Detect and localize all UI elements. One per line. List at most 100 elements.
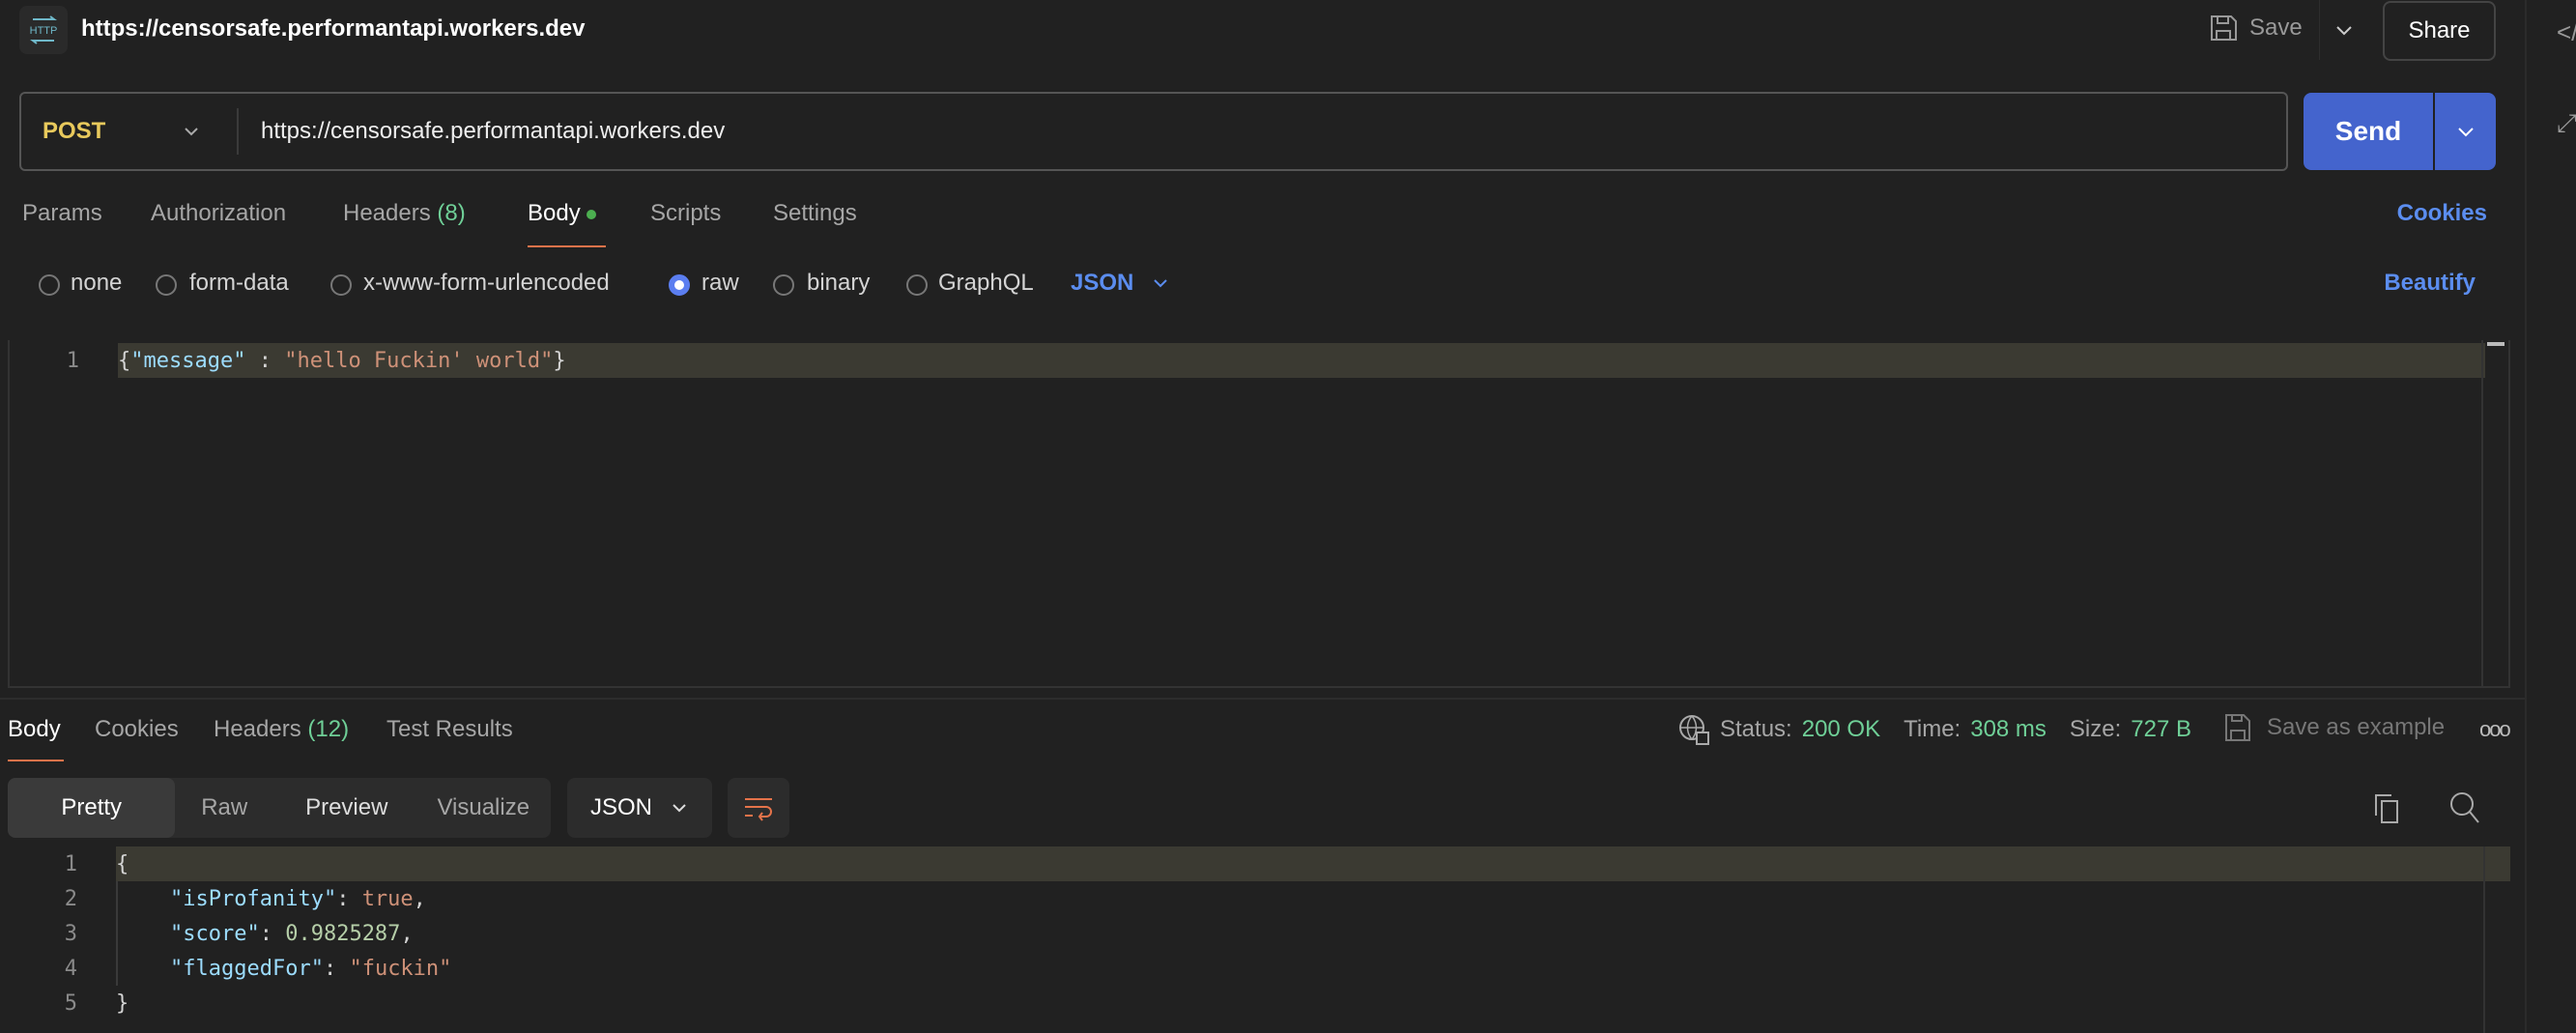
radio-label: none	[71, 270, 123, 296]
save-as-example-label: Save as example	[2267, 714, 2446, 740]
chevron-down-icon	[185, 128, 198, 136]
line-number: 1	[66, 348, 79, 373]
active-tab-underline	[528, 245, 606, 247]
brace: {	[116, 851, 129, 876]
tab-body[interactable]: Body	[528, 200, 597, 233]
format-label: JSON	[589, 794, 652, 820]
globe-lock-icon[interactable]	[1677, 713, 1710, 746]
time-label: Time:	[1903, 716, 1961, 742]
tab-settings[interactable]: Settings	[773, 200, 857, 233]
headers-count: (12)	[307, 716, 350, 742]
tab-scripts[interactable]: Scripts	[650, 200, 721, 233]
response-tab-cookies[interactable]: Cookies	[95, 716, 179, 743]
response-tab-test-results[interactable]: Test Results	[386, 716, 513, 743]
radio-label: form-data	[189, 270, 289, 296]
line-number: 2	[64, 886, 77, 911]
editor-scrollbar[interactable]	[2481, 340, 2508, 686]
share-button[interactable]: Share	[2383, 1, 2496, 61]
json-value: 0.9825287	[285, 921, 401, 946]
response-tab-body[interactable]: Body	[8, 716, 61, 743]
view-mode-segmented: Pretty Raw Preview Visualize	[8, 778, 551, 838]
divider	[237, 108, 239, 155]
view-visualize[interactable]: Visualize	[416, 794, 552, 821]
sidebar-divider	[2525, 0, 2527, 1033]
time-value[interactable]: 308 ms	[1970, 716, 2046, 743]
json-value: true	[361, 886, 414, 911]
radio-raw[interactable]	[669, 274, 690, 296]
svg-text:HTTP: HTTP	[30, 25, 58, 37]
line-number: 3	[64, 921, 77, 946]
tab-authorization[interactable]: Authorization	[151, 200, 286, 233]
code-line: "score": 0.9825287,	[170, 921, 414, 946]
save-icon	[2225, 714, 2250, 741]
beautify-button[interactable]: Beautify	[2384, 270, 2476, 297]
json-value: "hello Fuckin' world"	[284, 348, 554, 373]
radio-form-data[interactable]	[156, 274, 177, 296]
method-select[interactable]: POST	[43, 92, 236, 171]
request-title: https://censorsafe.performantapi.workers…	[81, 15, 586, 42]
search-icon[interactable]	[2448, 790, 2481, 832]
radio-label: binary	[807, 270, 871, 296]
status-label: Status:	[1720, 716, 1792, 742]
view-pretty[interactable]: Pretty	[8, 778, 176, 838]
active-tab-underline	[8, 760, 64, 761]
url-input[interactable]: https://censorsafe.performantapi.workers…	[261, 92, 2271, 171]
radio-none[interactable]	[39, 274, 60, 296]
view-preview[interactable]: Preview	[277, 794, 416, 821]
send-options-button[interactable]	[2435, 93, 2496, 170]
response-body-viewer[interactable]: 1 { 2 "isProfanity": true, 3 "score": 0.982…	[0, 846, 2510, 1033]
copy-icon[interactable]	[2372, 792, 2403, 832]
response-format-select[interactable]: JSON	[567, 778, 712, 838]
code-line: "flaggedFor": "fuckin"	[170, 956, 452, 981]
view-raw[interactable]: Raw	[171, 794, 277, 821]
radio-binary[interactable]	[773, 274, 794, 296]
http-icon: HTTP	[19, 6, 68, 54]
radio-graphql[interactable]	[906, 274, 928, 296]
json-key: "score"	[170, 921, 260, 946]
send-button[interactable]: Send	[2304, 93, 2433, 170]
more-options-icon[interactable]: ooo	[2479, 717, 2511, 742]
chevron-down-icon	[1154, 279, 1168, 288]
tab-label: Headers	[343, 200, 431, 226]
line-number: 1	[64, 851, 77, 876]
tab-label: Headers	[214, 716, 301, 742]
format-select[interactable]: JSON	[1071, 270, 1170, 297]
radio-label: x-www-form-urlencoded	[363, 270, 610, 296]
save-label: Save	[2249, 14, 2303, 41]
wrap-lines-button[interactable]	[728, 778, 789, 838]
tab-headers[interactable]: Headers (8)	[343, 200, 466, 233]
code-icon[interactable]: </	[2557, 17, 2576, 47]
divider	[2319, 0, 2320, 60]
size-value[interactable]: 727 B	[2131, 716, 2191, 743]
response-meta: Status: 200 OK Time: 308 ms Size: 727 B	[1677, 713, 2191, 746]
tab-params[interactable]: Params	[22, 200, 102, 233]
response-tab-headers[interactable]: Headers (12)	[214, 716, 349, 743]
pane-divider[interactable]	[0, 698, 2525, 700]
cookies-link[interactable]: Cookies	[2397, 200, 2487, 227]
size-label: Size:	[2069, 716, 2122, 742]
json-key: "message"	[130, 348, 246, 373]
save-button[interactable]: Save	[2209, 14, 2303, 43]
chevron-down-icon	[2457, 128, 2474, 137]
brace: }	[116, 990, 129, 1016]
json-key: "isProfanity"	[170, 886, 337, 911]
expand-icon[interactable]: ⤢	[2557, 108, 2576, 139]
save-as-example-button[interactable]: Save as example	[2224, 713, 2445, 742]
radio-urlencoded[interactable]	[330, 274, 352, 296]
separator: :	[245, 348, 285, 373]
brace: }	[553, 348, 566, 373]
save-icon	[2211, 15, 2237, 41]
line-number: 4	[64, 956, 77, 981]
modified-dot-icon	[587, 209, 597, 219]
code-line: {"message" : "hello Fuckin' world"}	[118, 349, 566, 373]
tab-label: Body	[528, 200, 581, 226]
method-label: POST	[43, 118, 106, 144]
radio-label: raw	[701, 270, 739, 296]
save-options-chevron-icon[interactable]	[2334, 19, 2354, 39]
request-body-editor[interactable]: 1 {"message" : "hello Fuckin' world"}	[8, 340, 2510, 688]
headers-count: (8)	[437, 200, 466, 226]
radio-label: GraphQL	[938, 270, 1034, 296]
line-number: 5	[64, 990, 77, 1016]
status-value[interactable]: 200 OK	[1802, 716, 1880, 743]
json-key: "flaggedFor"	[170, 956, 324, 981]
